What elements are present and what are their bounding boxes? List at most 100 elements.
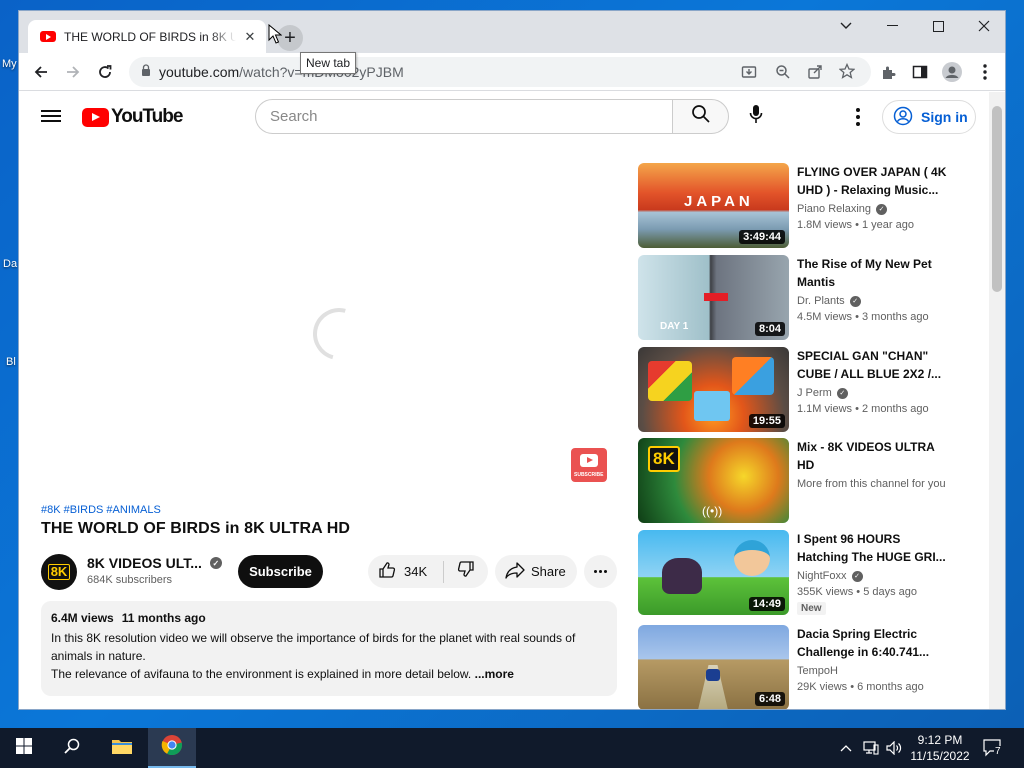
tab-search-button[interactable]	[823, 11, 869, 41]
taskbar: 9:12 PM 11/15/2022 7	[0, 728, 1024, 768]
notification-center-button[interactable]: 7	[982, 737, 1004, 759]
youtube-logo[interactable]: YouTube	[82, 106, 183, 128]
recommendation-title: FLYING OVER JAPAN ( 4K UHD ) - Relaxing …	[797, 165, 947, 197]
search-icon	[64, 738, 80, 759]
video-thumbnail[interactable]: 14:49	[638, 530, 789, 615]
subscribe-button[interactable]: Subscribe	[238, 555, 323, 588]
recommendation-item[interactable]: 14:49 I Spent 96 HOURS Hatching The HUGE…	[638, 530, 968, 616]
recommendation-item[interactable]: 19:55 SPECIAL GAN "CHAN" CUBE / ALL BLUE…	[638, 347, 968, 433]
recommendation-channel-name: TempoH	[797, 665, 838, 677]
description-line-1: In this 8K resolution video we will obse…	[51, 631, 576, 663]
show-hidden-icons-button[interactable]	[834, 728, 858, 768]
description-line-2: The relevance of avifauna to the environ…	[51, 665, 607, 683]
close-tab-icon[interactable]: ✕	[242, 29, 258, 45]
video-hashtags[interactable]: #8K #BIRDS #ANIMALS	[41, 504, 161, 516]
forward-button[interactable]	[59, 59, 87, 85]
install-app-icon[interactable]	[741, 64, 757, 85]
page-scrollbar[interactable]	[989, 92, 1005, 709]
search-icon	[691, 104, 711, 129]
share-page-icon[interactable]	[807, 64, 823, 85]
video-thumbnail[interactable]: DAY 1 8:04	[638, 255, 789, 340]
upload-age: 11 months ago	[121, 611, 206, 625]
new-tab-tooltip: New tab	[300, 52, 357, 74]
recommendation-item[interactable]: 6:48 Dacia Spring Electric Challenge in …	[638, 625, 968, 709]
profile-avatar[interactable]	[938, 59, 966, 85]
thumbs-down-icon	[457, 560, 475, 583]
settings-menu-icon[interactable]	[847, 105, 869, 129]
taskbar-search-button[interactable]	[48, 728, 96, 768]
reload-button[interactable]	[91, 59, 119, 85]
character-icon	[734, 540, 770, 576]
clock-date: 11/15/2022	[910, 749, 970, 763]
back-button[interactable]	[27, 59, 55, 85]
recommendation-channel-name: Dr. Plants	[797, 295, 845, 307]
bookmark-star-icon[interactable]	[838, 62, 856, 84]
tab-youtube[interactable]: THE WORLD OF BIRDS in 8K ULTRA HD ✕	[28, 20, 266, 53]
extensions-icon[interactable]	[875, 59, 903, 85]
video-duration: 6:48	[754, 692, 785, 706]
browser-menu-icon[interactable]	[971, 59, 999, 85]
system-clock[interactable]: 9:12 PM 11/15/2022	[905, 732, 975, 764]
address-bar[interactable]: youtube.com/watch?v=mDMo02yPJBM	[129, 57, 871, 87]
show-more-link[interactable]: ...more	[475, 667, 514, 681]
scrollbar-thumb[interactable]	[992, 106, 1002, 292]
channel-avatar[interactable]: 8K	[41, 554, 77, 590]
recommendation-meta: 1.1M views • 2 months ago	[797, 403, 929, 415]
video-thumbnail[interactable]: 6:48	[638, 625, 789, 709]
desktop-icon-label[interactable]: Bl	[6, 356, 16, 368]
thumbs-up-icon	[378, 561, 396, 582]
close-window-button[interactable]	[961, 11, 1005, 41]
like-count: 34K	[404, 564, 428, 579]
minimize-button[interactable]	[869, 11, 915, 41]
voice-search-button[interactable]	[737, 98, 774, 135]
more-actions-button[interactable]	[584, 555, 617, 588]
recommendation-channel: Piano Relaxing ✓	[797, 203, 887, 215]
desktop-icon-label[interactable]: Da	[3, 258, 17, 270]
video-duration: 19:55	[748, 414, 785, 428]
desktop-icon-label[interactable]: My	[2, 58, 17, 70]
file-explorer-button[interactable]	[98, 728, 146, 768]
browser-toolbar: youtube.com/watch?v=mDMo02yPJBM	[19, 53, 1005, 91]
start-button[interactable]	[0, 728, 48, 768]
volume-icon[interactable]	[882, 728, 906, 768]
video-duration: 14:49	[748, 597, 785, 611]
maximize-button[interactable]	[915, 11, 961, 41]
video-thumbnail[interactable]: JAPAN 3:49:44	[638, 163, 789, 248]
car-icon	[706, 669, 720, 681]
view-count: 6.4M views	[51, 611, 114, 625]
subscribe-watermark-icon[interactable]: SUBSCRIBE	[571, 448, 607, 482]
subscriber-count: 684K subscribers	[87, 574, 172, 586]
channel-name-text: 8K VIDEOS ULT...	[87, 555, 202, 571]
video-thumbnail[interactable]: 19:55	[638, 347, 789, 432]
thumbnail-text: 8K	[648, 446, 680, 472]
tab-title: THE WORLD OF BIRDS in 8K ULTRA HD	[64, 29, 236, 44]
loading-spinner-icon	[303, 298, 375, 370]
thumbnail-text: DAY 1	[660, 321, 689, 332]
sign-in-button[interactable]: Sign in	[882, 100, 976, 134]
search-button[interactable]	[672, 99, 729, 134]
notification-count: 7	[994, 746, 1002, 757]
video-player[interactable]: SUBSCRIBE	[41, 163, 617, 485]
recommendation-item[interactable]: 8K ((•)) Mix - 8K VIDEOS ULTRA HD More f…	[638, 438, 968, 524]
channel-name[interactable]: 8K VIDEOS ULT... ✓	[87, 555, 222, 571]
recommendation-title: SPECIAL GAN "CHAN" CUBE / ALL BLUE 2X2 /…	[797, 349, 942, 381]
chrome-taskbar-button[interactable]	[148, 728, 196, 768]
description-box[interactable]: 6.4M views 11 months ago In this 8K resol…	[41, 601, 617, 696]
menu-icon[interactable]	[41, 107, 61, 127]
search-input[interactable]: Search	[255, 99, 673, 134]
dislike-button[interactable]	[444, 555, 488, 588]
recommendation-channel: Dr. Plants ✓	[797, 295, 861, 307]
recommendation-channel-name: J Perm	[797, 387, 832, 399]
mix-thumbnail[interactable]: 8K ((•))	[638, 438, 789, 523]
thumbnail-text: JAPAN	[684, 193, 754, 210]
side-panel-icon[interactable]	[906, 59, 934, 85]
recommendation-title: Mix - 8K VIDEOS ULTRA HD	[797, 440, 935, 472]
network-icon[interactable]	[858, 728, 884, 768]
zoom-icon[interactable]	[775, 64, 791, 85]
tab-strip: THE WORLD OF BIRDS in 8K ULTRA HD ✕ +	[19, 11, 1005, 53]
lock-icon[interactable]	[141, 63, 151, 81]
recommendation-item[interactable]: DAY 1 8:04 The Rise of My New Pet Mantis…	[638, 255, 968, 341]
like-button[interactable]: 34K	[368, 555, 443, 588]
recommendation-item[interactable]: JAPAN 3:49:44 FLYING OVER JAPAN ( 4K UHD…	[638, 163, 968, 249]
share-button[interactable]: Share	[495, 555, 577, 588]
